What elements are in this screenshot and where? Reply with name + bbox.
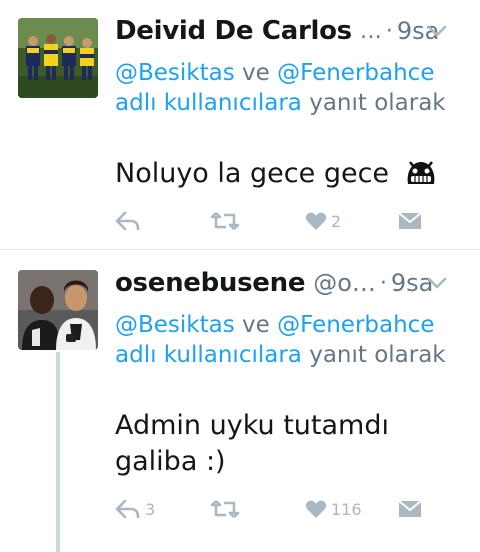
envelope-icon: [398, 499, 422, 519]
separator-dot: ·: [379, 270, 387, 296]
thread-line: [56, 352, 60, 552]
reply-joiner: ve: [242, 312, 270, 338]
heart-icon: [305, 211, 327, 231]
reply-icon: [115, 498, 141, 520]
direct-message-button[interactable]: [398, 206, 422, 236]
tweet-body-line: galiba :): [115, 446, 226, 477]
display-name[interactable]: Deivid De Carlos: [115, 16, 352, 46]
mention-link[interactable]: @Besiktas: [115, 312, 235, 338]
avatar[interactable]: [18, 270, 98, 350]
display-name[interactable]: osenebusene: [115, 268, 306, 298]
reply-context: @Besiktas ve @Fenerbahce adlı kullanıcıl…: [115, 58, 465, 118]
envelope-icon: [398, 211, 422, 231]
handle-ellipsis: …: [359, 18, 382, 44]
reply-count: 3: [145, 499, 156, 519]
mention-link[interactable]: @Fenerbahce: [277, 312, 434, 338]
tweet-header: osenebusene @o… · 9sa: [115, 266, 466, 300]
reply-users-link[interactable]: adlı kullanıcılara: [115, 90, 302, 116]
separator-dot: ·: [385, 18, 393, 44]
avatar[interactable]: [18, 18, 98, 98]
retweet-icon: [210, 210, 240, 232]
tweet-actions: 2: [115, 206, 435, 236]
reply-suffix: yanıt olarak: [309, 90, 446, 116]
like-button[interactable]: 116: [305, 494, 362, 524]
reply-users-link[interactable]: adlı kullanıcılara: [115, 342, 302, 368]
reply-context: @Besiktas ve @Fenerbahce adlı kullanıcıl…: [115, 310, 465, 370]
tweet-actions: 3 116: [115, 494, 435, 524]
retweet-button[interactable]: [210, 494, 240, 524]
tweet-text: Noluyo la gece gece: [115, 156, 465, 196]
tweet[interactable]: Deivid De Carlos … · 9sa @Besiktas ve @F…: [0, 0, 480, 250]
tweet[interactable]: osenebusene @o… · 9sa @Besiktas ve @Fene…: [0, 250, 480, 552]
tweet-body-line: Admin uyku tutamdı: [115, 410, 389, 441]
heart-icon: [305, 499, 327, 519]
retweet-button[interactable]: [210, 206, 240, 236]
tweet-header: Deivid De Carlos … · 9sa: [115, 14, 466, 48]
like-count: 2: [331, 211, 342, 231]
reply-button[interactable]: 3: [115, 494, 155, 524]
reply-suffix: yanıt olarak: [309, 342, 446, 368]
reply-joiner: ve: [242, 60, 270, 86]
mention-link[interactable]: @Fenerbahce: [277, 60, 434, 86]
tweet-text: Admin uyku tutamdı galiba :): [115, 408, 465, 480]
reply-button[interactable]: [115, 206, 141, 236]
direct-message-button[interactable]: [398, 494, 422, 524]
mention-link[interactable]: @Besiktas: [115, 60, 235, 86]
user-handle[interactable]: @o…: [313, 269, 376, 297]
retweet-icon: [210, 498, 240, 520]
like-count: 116: [331, 499, 362, 519]
chevron-down-icon[interactable]: [422, 16, 452, 46]
reply-icon: [115, 210, 141, 232]
like-button[interactable]: 2: [305, 206, 341, 236]
alien-grin-emoji-icon: [404, 158, 438, 196]
chevron-down-icon[interactable]: [422, 268, 452, 298]
tweet-body: Noluyo la gece gece: [115, 158, 390, 189]
